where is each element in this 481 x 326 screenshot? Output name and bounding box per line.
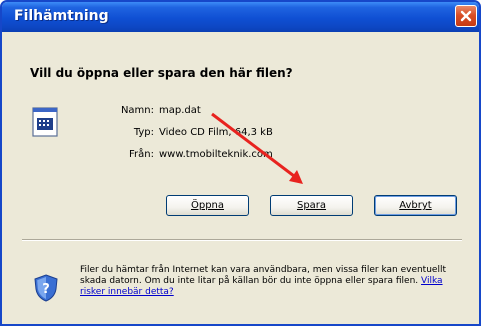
- window-title: Filhämtning: [14, 8, 109, 24]
- file-type-row: Typ:: [90, 127, 154, 141]
- file-source-value: www.tmobilteknik.com: [159, 149, 273, 160]
- file-name-label: Namn:: [120, 105, 154, 116]
- save-button[interactable]: Spara: [270, 195, 353, 216]
- warning-text: Filer du hämtar från Internet kan vara a…: [80, 265, 446, 286]
- file-source-label: Från:: [129, 149, 154, 160]
- shield-icon: ?: [34, 274, 58, 302]
- cancel-button[interactable]: Avbryt: [374, 195, 457, 216]
- open-button[interactable]: Öppna: [166, 195, 249, 216]
- file-download-dialog: Filhämtning Vill du öppna eller spara de…: [0, 0, 481, 326]
- file-icon: [32, 107, 58, 137]
- separator: [22, 239, 462, 241]
- close-icon: [460, 10, 472, 22]
- security-warning: Filer du hämtar från Internet kan vara a…: [80, 265, 460, 298]
- open-button-label: Öppna: [190, 200, 225, 211]
- file-name-row: Namn:: [90, 105, 154, 119]
- save-button-label: Spara: [296, 200, 327, 211]
- file-type-value: Video CD Film, 64,3 kB: [159, 127, 273, 138]
- file-name-value: map.dat: [159, 105, 201, 116]
- cancel-button-label: Avbryt: [399, 200, 432, 211]
- title-bar[interactable]: Filhämtning: [2, 2, 479, 32]
- svg-text:?: ?: [42, 282, 50, 297]
- file-type-label: Typ:: [133, 127, 154, 138]
- dialog-question: Vill du öppna eller spara den här filen?: [30, 66, 293, 80]
- file-source-row: Från:: [90, 149, 154, 163]
- close-button[interactable]: [455, 5, 477, 27]
